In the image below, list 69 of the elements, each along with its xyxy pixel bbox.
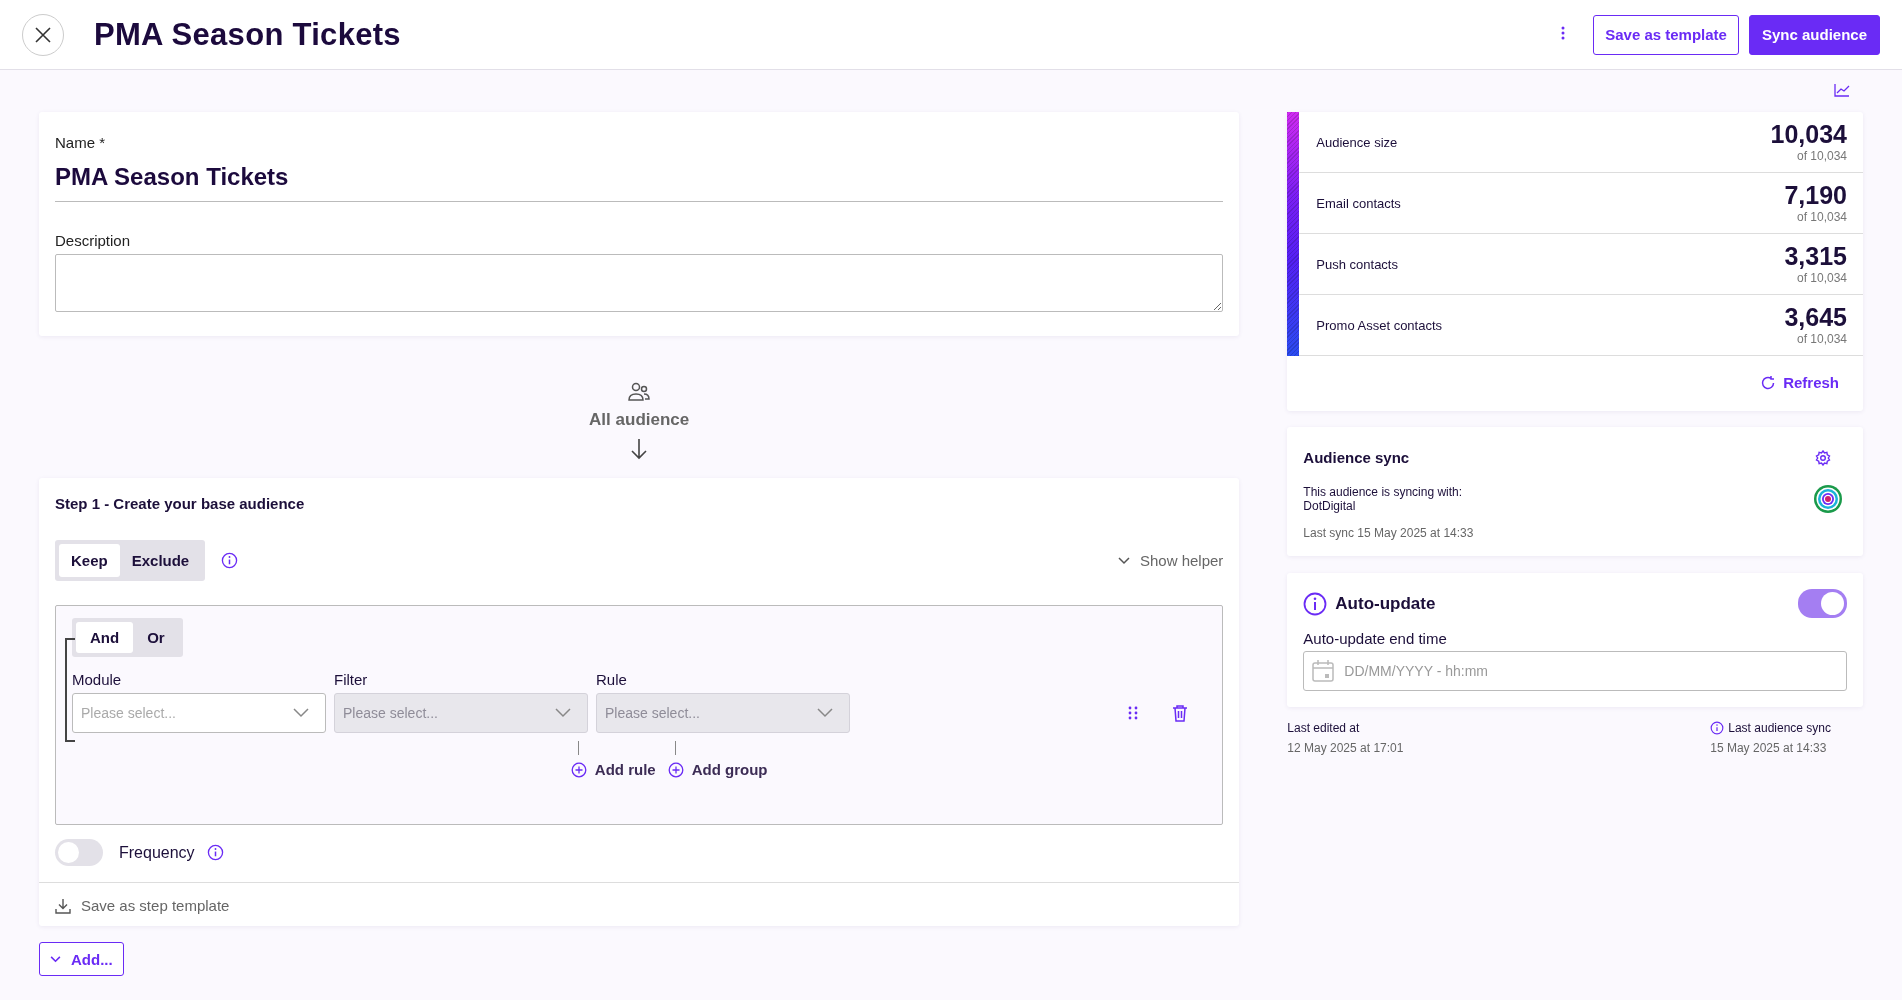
auto-update-toggle[interactable]: [1798, 589, 1847, 618]
save-as-step-template-button[interactable]: Save as step template: [55, 897, 230, 914]
people-icon: [627, 382, 652, 402]
chevron-down-icon: [555, 708, 571, 718]
stat-label: Push contacts: [1316, 256, 1398, 272]
page-title: PMA Season Tickets: [94, 16, 401, 53]
mode-tab[interactable]: Exclude: [119, 544, 202, 577]
auto-update-title: Auto-update: [1335, 593, 1436, 614]
info-icon[interactable]: [1710, 721, 1725, 735]
target-logo-icon: [1813, 484, 1843, 514]
more-icon: [1561, 26, 1566, 40]
info-icon[interactable]: [206, 844, 224, 861]
stat-label: Promo Asset contacts: [1316, 317, 1443, 333]
last-audience-sync-value: 15 May 2025 at 14:33: [1710, 741, 1828, 755]
frequency-label: Frequency: [119, 843, 195, 862]
sync-description: This audience is syncing with:: [1303, 485, 1463, 499]
stat-total: of 10,034: [1796, 270, 1847, 285]
info-icon[interactable]: [1303, 591, 1328, 616]
description-field[interactable]: [55, 254, 1224, 312]
stat-label: Email contacts: [1316, 195, 1401, 211]
end-time-field[interactable]: DD/MM/YYYY - hh:mm: [1303, 651, 1847, 691]
step-title: Step 1 - Create your base audience: [55, 495, 306, 512]
stat-value: 3,645: [1784, 304, 1847, 330]
show-helper-button[interactable]: Show helper: [1117, 552, 1224, 569]
stat-value: 7,190: [1784, 182, 1847, 208]
add-dropdown-button[interactable]: Add...: [39, 942, 124, 976]
down-arrow-icon: [631, 438, 648, 460]
trash-icon[interactable]: [1172, 704, 1189, 722]
calendar-icon: [1311, 659, 1336, 683]
save-as-template-button[interactable]: Save as template: [1593, 14, 1739, 55]
stat-label: Audience size: [1316, 134, 1398, 150]
last-edited-value: 12 May 2025 at 17:01: [1287, 741, 1404, 755]
stat-total: of 10,034: [1796, 209, 1847, 224]
stat-value: 10,034: [1770, 121, 1847, 147]
stat-total: of 10,034: [1796, 148, 1847, 163]
line-chart-icon[interactable]: [1834, 83, 1850, 97]
stat-value: 3,315: [1784, 243, 1847, 269]
description-label: Description: [55, 232, 132, 249]
download-icon: [55, 897, 71, 914]
chevron-down-icon: [293, 708, 309, 718]
chevron-down-icon: [50, 955, 61, 963]
sync-target-name: DotDigital: [1303, 499, 1357, 513]
chevron-down-icon: [817, 708, 833, 718]
audience-sync-title: Audience sync: [1303, 449, 1410, 466]
plus-circle-icon: [570, 761, 587, 778]
name-label: Name *: [55, 134, 107, 151]
select-label: Module: [72, 671, 123, 688]
select-label: Filter: [334, 671, 369, 688]
refresh-icon: [1760, 374, 1777, 391]
all-audience-label: All audience: [589, 410, 690, 430]
close-button[interactable]: [22, 13, 64, 56]
plus-circle-icon: [667, 761, 684, 778]
refresh-button[interactable]: Refresh: [1760, 374, 1839, 391]
end-time-label: Auto-update end time: [1303, 630, 1448, 647]
last-edited-label: Last edited at: [1287, 721, 1361, 735]
frequency-toggle[interactable]: [55, 839, 103, 866]
mode-tab[interactable]: Keep: [59, 544, 120, 577]
chevron-down-icon: [1117, 556, 1130, 565]
logic-tab[interactable]: And: [76, 622, 134, 653]
last-audience-sync-label: Last audience sync: [1728, 721, 1831, 735]
close-icon: [34, 25, 52, 44]
logic-tab[interactable]: Or: [133, 622, 179, 653]
settings-icon[interactable]: [1815, 449, 1831, 466]
drag-handle-icon[interactable]: [1128, 706, 1139, 720]
last-sync-text: Last sync 15 May 2025 at 14:33: [1303, 526, 1475, 540]
sync-audience-button[interactable]: Sync audience: [1748, 14, 1880, 55]
select-label: Rule: [596, 671, 628, 688]
stat-total: of 10,034: [1796, 331, 1847, 346]
info-icon[interactable]: [221, 552, 239, 569]
